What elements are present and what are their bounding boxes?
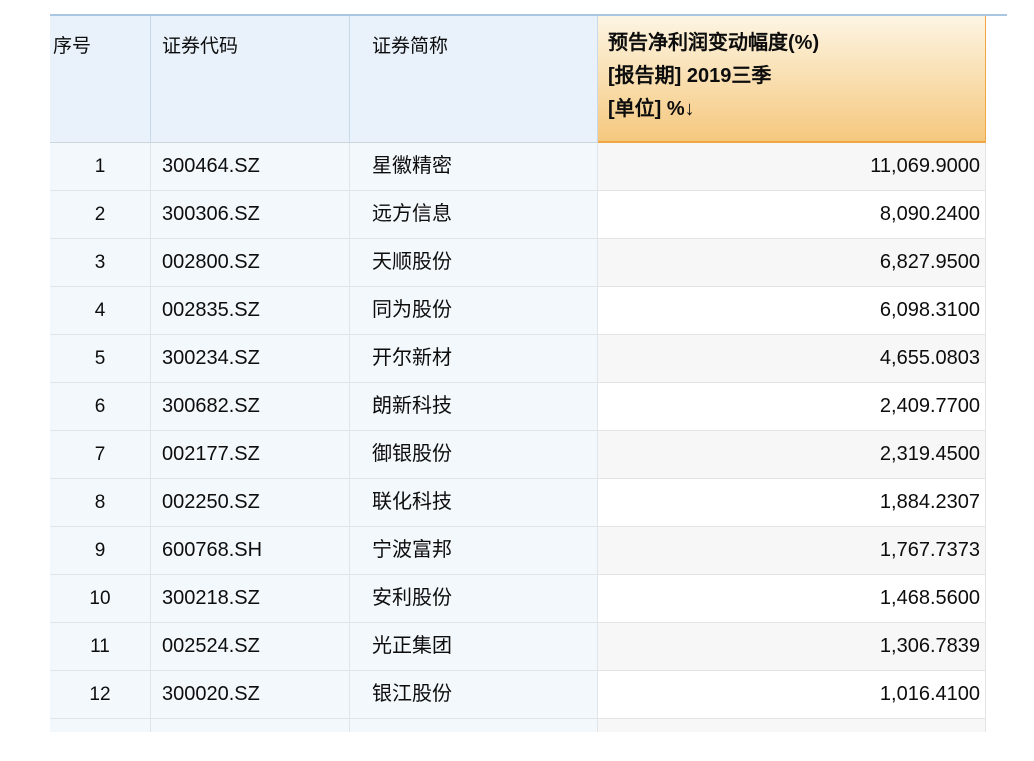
table-row[interactable]: 9 600768.SH 宁波富邦 1,767.7373: [50, 527, 986, 575]
security-code-cell: 002250.SZ: [151, 479, 350, 527]
row-index-cell: 6: [50, 383, 151, 431]
table-body: 1 300464.SZ 星徽精密 11,069.9000 2 300306.SZ…: [50, 143, 986, 719]
column-header-forecast-value-sorted[interactable]: 预告净利润变动幅度(%) [报告期] 2019三季 [单位] %↓: [598, 16, 986, 143]
row-index-cell: 10: [50, 575, 151, 623]
forecast-value-cell: 6,098.3100: [598, 287, 986, 335]
security-code-cell: 002835.SZ: [151, 287, 350, 335]
security-name-cell: 御银股份: [350, 431, 598, 479]
security-name-cell: 星徽精密: [350, 143, 598, 191]
partial-row: [50, 719, 986, 732]
forecast-value-cell: 1,884.2307: [598, 479, 986, 527]
partial-value-cell: [598, 719, 986, 732]
security-code-cell: 300682.SZ: [151, 383, 350, 431]
column-header-index: 序号: [50, 16, 151, 143]
row-index-cell: 11: [50, 623, 151, 671]
row-index-cell: 1: [50, 143, 151, 191]
row-index-cell: 3: [50, 239, 151, 287]
forecast-header-title: 预告净利润变动幅度(%): [608, 27, 977, 60]
security-code-cell: 300234.SZ: [151, 335, 350, 383]
row-index-cell: 12: [50, 671, 151, 719]
forecast-value-cell: 1,767.7373: [598, 527, 986, 575]
table-row[interactable]: 6 300682.SZ 朗新科技 2,409.7700: [50, 383, 986, 431]
security-code-cell: 002800.SZ: [151, 239, 350, 287]
security-code-cell: 300306.SZ: [151, 191, 350, 239]
forecast-value-cell: 1,306.7839: [598, 623, 986, 671]
forecast-value-cell: 1,016.4100: [598, 671, 986, 719]
security-name-cell: 联化科技: [350, 479, 598, 527]
partial-name-cell: [350, 719, 598, 732]
table-row[interactable]: 4 002835.SZ 同为股份 6,098.3100: [50, 287, 986, 335]
security-code-cell: 600768.SH: [151, 527, 350, 575]
table-row[interactable]: 10 300218.SZ 安利股份 1,468.5600: [50, 575, 986, 623]
table-row[interactable]: 3 002800.SZ 天顺股份 6,827.9500: [50, 239, 986, 287]
forecast-value-cell: 4,655.0803: [598, 335, 986, 383]
securities-forecast-table: 序号 证券代码 证券简称 预告净利润变动幅度(%) [报告期] 2019三季 […: [50, 16, 986, 732]
security-name-cell: 同为股份: [350, 287, 598, 335]
column-header-security-name[interactable]: 证券简称: [350, 16, 598, 143]
security-name-cell: 宁波富邦: [350, 527, 598, 575]
forecast-value-cell: 1,468.5600: [598, 575, 986, 623]
forecast-header-report-period: [报告期] 2019三季: [608, 60, 977, 93]
row-index-cell: 5: [50, 335, 151, 383]
column-header-security-name-label: 证券简称: [372, 36, 448, 57]
forecast-header-unit-and-sort-arrow: [单位] %↓: [608, 93, 977, 126]
table-row[interactable]: 7 002177.SZ 御银股份 2,319.4500: [50, 431, 986, 479]
security-code-cell: 300020.SZ: [151, 671, 350, 719]
security-code-cell: 300218.SZ: [151, 575, 350, 623]
table-row[interactable]: 8 002250.SZ 联化科技 1,884.2307: [50, 479, 986, 527]
row-index-cell: 7: [50, 431, 151, 479]
security-name-cell: 朗新科技: [350, 383, 598, 431]
security-name-cell: 天顺股份: [350, 239, 598, 287]
forecast-value-cell: 2,319.4500: [598, 431, 986, 479]
security-name-cell: 开尔新材: [350, 335, 598, 383]
security-code-cell: 002177.SZ: [151, 431, 350, 479]
security-name-cell: 安利股份: [350, 575, 598, 623]
table-header-row: 序号 证券代码 证券简称 预告净利润变动幅度(%) [报告期] 2019三季 […: [50, 16, 986, 143]
partial-index-cell: [50, 719, 151, 732]
table-row[interactable]: 11 002524.SZ 光正集团 1,306.7839: [50, 623, 986, 671]
row-index-cell: 2: [50, 191, 151, 239]
column-header-security-code[interactable]: 证券代码: [151, 16, 350, 143]
row-index-cell: 9: [50, 527, 151, 575]
forecast-value-cell: 11,069.9000: [598, 143, 986, 191]
security-code-cell: 002524.SZ: [151, 623, 350, 671]
row-index-cell: 4: [50, 287, 151, 335]
table-row[interactable]: 12 300020.SZ 银江股份 1,016.4100: [50, 671, 986, 719]
security-code-cell: 300464.SZ: [151, 143, 350, 191]
partial-code-cell: [151, 719, 350, 732]
table-row[interactable]: 2 300306.SZ 远方信息 8,090.2400: [50, 191, 986, 239]
forecast-value-cell: 8,090.2400: [598, 191, 986, 239]
security-name-cell: 远方信息: [350, 191, 598, 239]
row-index-cell: 8: [50, 479, 151, 527]
security-name-cell: 银江股份: [350, 671, 598, 719]
table-row[interactable]: 1 300464.SZ 星徽精密 11,069.9000: [50, 143, 986, 191]
column-header-security-code-label: 证券代码: [162, 36, 238, 57]
security-name-cell: 光正集团: [350, 623, 598, 671]
forecast-value-cell: 2,409.7700: [598, 383, 986, 431]
column-header-index-label: 序号: [53, 36, 91, 57]
table-row[interactable]: 5 300234.SZ 开尔新材 4,655.0803: [50, 335, 986, 383]
forecast-value-cell: 6,827.9500: [598, 239, 986, 287]
